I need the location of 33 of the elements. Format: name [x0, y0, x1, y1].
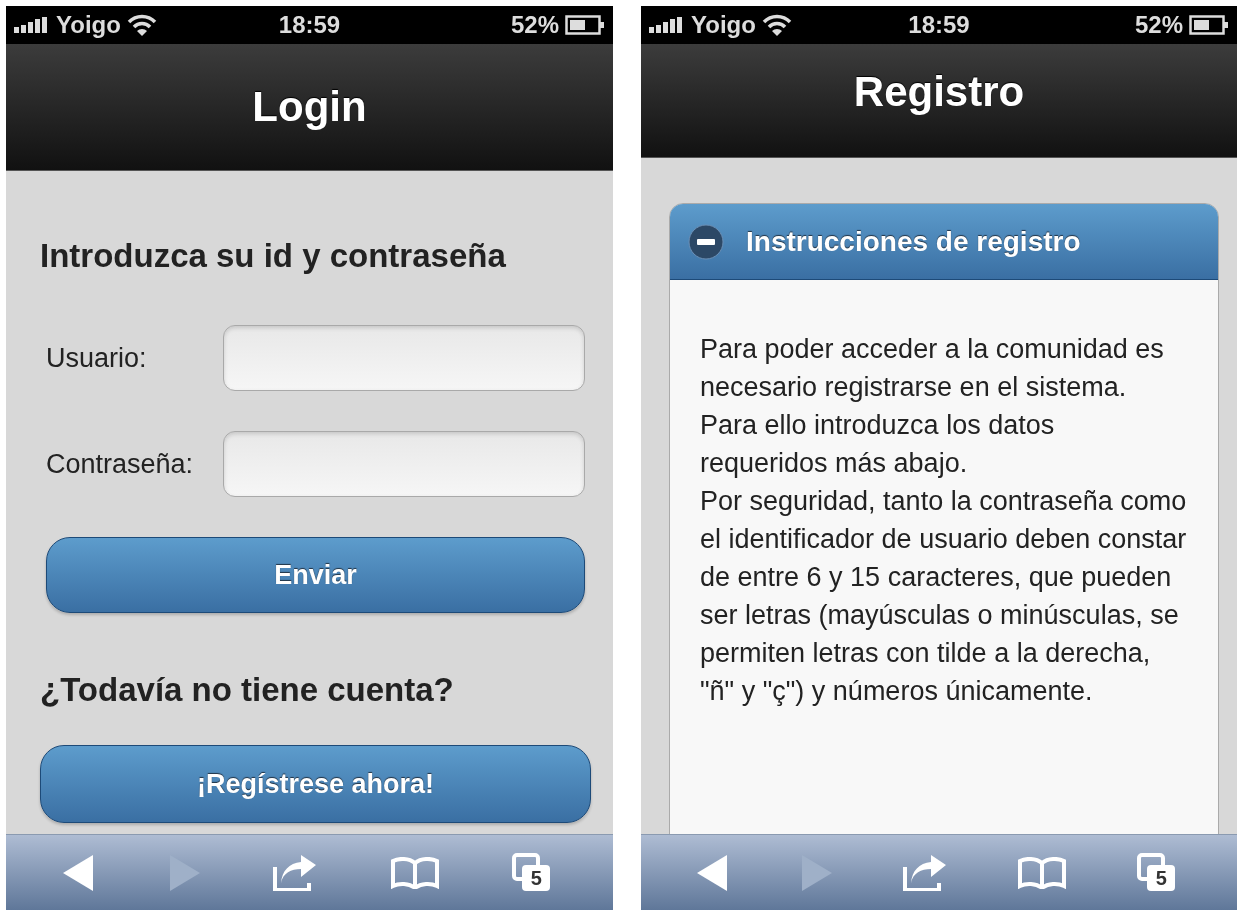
register-heading: ¿Todavía no tiene cuenta?	[40, 671, 455, 709]
register-button[interactable]: ¡Regístrese ahora!	[40, 745, 591, 823]
tabs-button[interactable]: 5	[512, 852, 557, 893]
collapsible-header[interactable]: Instrucciones de registro	[670, 204, 1218, 280]
wifi-icon	[761, 14, 792, 36]
battery-icon	[565, 15, 605, 35]
carrier-name: Yoigo	[56, 11, 121, 39]
bookmarks-icon[interactable]	[1018, 856, 1067, 889]
back-icon[interactable]	[696, 854, 729, 891]
submit-button[interactable]: Enviar	[46, 537, 585, 613]
input-field[interactable]	[223, 325, 585, 391]
status-time: 18:59	[908, 11, 970, 39]
carrier-name: Yoigo	[691, 11, 756, 39]
back-icon[interactable]	[62, 854, 95, 891]
share-icon[interactable]	[902, 854, 947, 891]
form-heading: Introduzca su id y contraseña	[40, 237, 507, 275]
wifi-icon	[126, 14, 157, 36]
field-label: Usuario:	[46, 342, 147, 374]
signal-icon	[649, 17, 683, 33]
page-title: Registro	[853, 68, 1025, 116]
instructions-text: Para poder acceder a la comunidad es necesario registrarse en el sistema. Para ello introduzca los datos requeridos más abajo.	[700, 333, 1165, 480]
battery-percent: 52%	[1134, 11, 1183, 39]
status-time: 18:59	[278, 11, 341, 39]
page-title: Login	[252, 83, 367, 131]
signal-icon	[14, 17, 48, 33]
battery-percent: 52%	[510, 11, 559, 39]
tabs-button[interactable]: 5	[1137, 852, 1182, 893]
instructions-text: Por seguridad, tanto la contraseña como el identificador de usuario deben constar de entre 6 y 15 caracteres, que pueden ser letras (mayúsculas o minúsculas, se permiten letras con tilde a la derecha, "ñ" y "ç") y números únicamente.	[700, 485, 1188, 708]
input-field[interactable]	[223, 431, 585, 497]
battery-icon	[1189, 15, 1229, 35]
field-label: Contraseña:	[46, 448, 194, 480]
bookmarks-icon[interactable]	[390, 856, 439, 889]
share-icon[interactable]	[273, 854, 318, 891]
